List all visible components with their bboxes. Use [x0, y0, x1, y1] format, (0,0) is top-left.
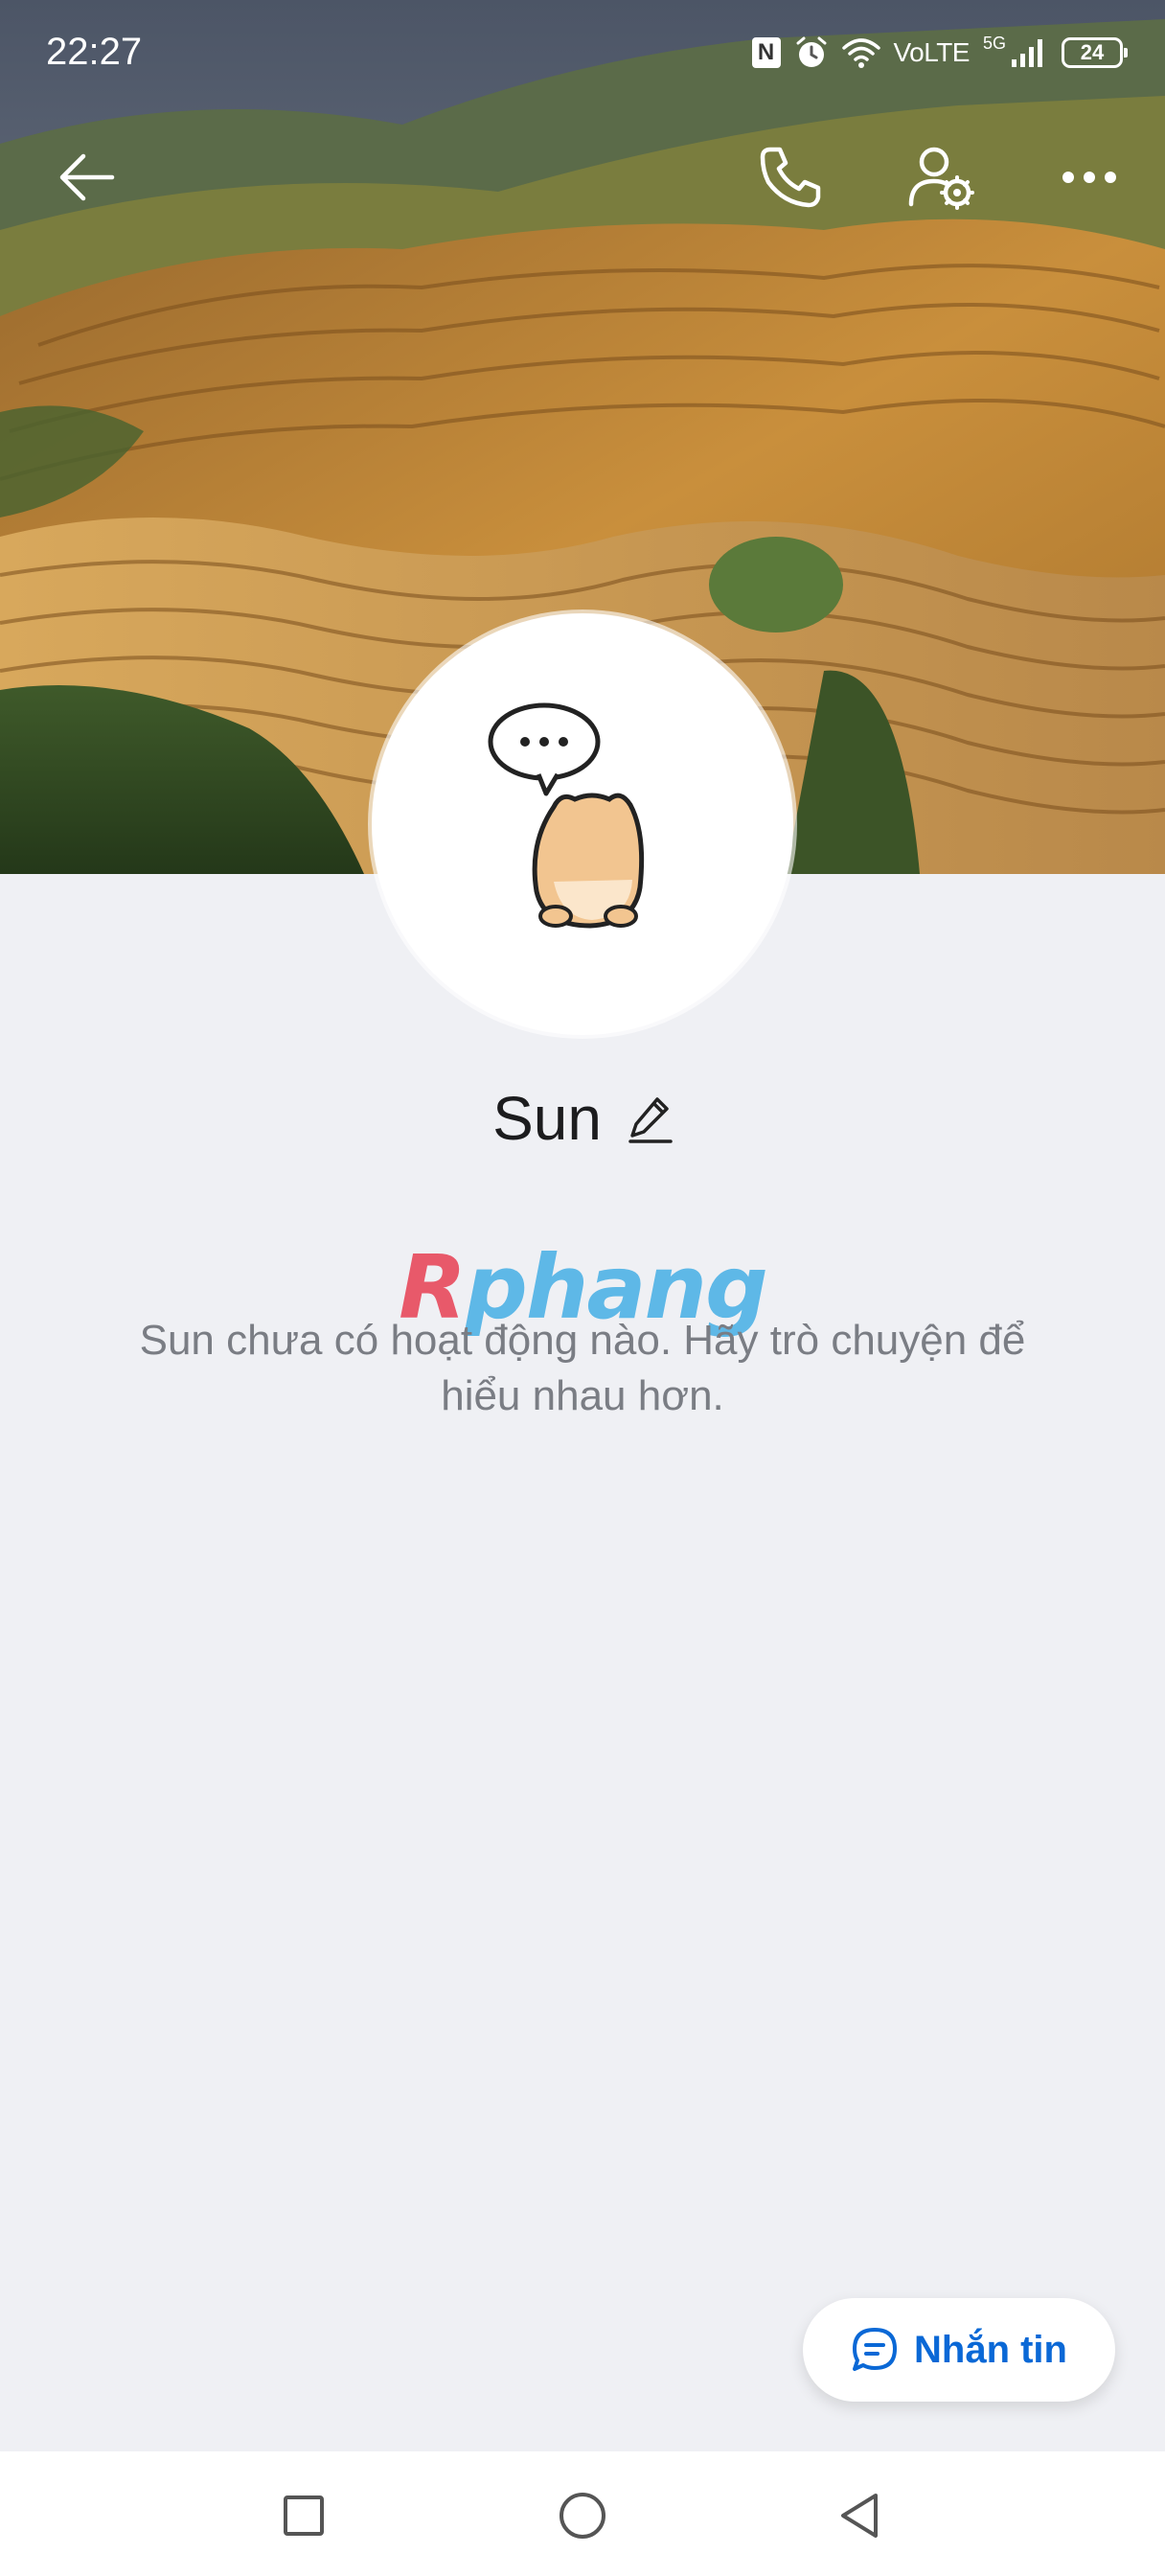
- system-back-button[interactable]: [816, 2472, 902, 2559]
- profile-name: Sun: [492, 1084, 602, 1153]
- chat-bubble-icon: [853, 2328, 897, 2371]
- phone-icon: [760, 147, 821, 208]
- more-options-button[interactable]: [1046, 134, 1132, 220]
- hamster-sticker-avatar: [488, 702, 645, 929]
- back-arrow-icon: [59, 153, 115, 201]
- status-bar: 22:27 N VoLTE 5G 24: [0, 0, 1165, 105]
- message-button[interactable]: Nhắn tin: [803, 2298, 1115, 2402]
- battery-level: 24: [1080, 40, 1105, 64]
- network-gen-label: 5G: [982, 33, 1006, 53]
- home-button[interactable]: [539, 2472, 626, 2559]
- battery-icon: 24: [1062, 37, 1128, 68]
- profile-settings-button[interactable]: [899, 134, 985, 220]
- message-button-label: Nhắn tin: [914, 2328, 1067, 2371]
- home-circle-icon: [560, 2493, 605, 2539]
- wifi-icon: [841, 36, 880, 69]
- recents-square-icon: [284, 2496, 324, 2536]
- edit-name-button[interactable]: [628, 1095, 673, 1148]
- back-triangle-icon: [841, 2494, 878, 2538]
- more-dots-icon: [1062, 172, 1116, 183]
- recents-button[interactable]: [261, 2472, 347, 2559]
- volte-label: VoLTE: [893, 37, 971, 67]
- signal-icon: [1010, 36, 1048, 69]
- profile-name-row: Sun: [0, 1083, 1165, 1154]
- avatar[interactable]: [372, 613, 793, 1035]
- call-button[interactable]: [747, 134, 834, 220]
- back-button[interactable]: [44, 134, 130, 220]
- alarm-icon: [794, 35, 829, 70]
- empty-activity-message: Sun chưa có hoạt động nào. Hãy trò chuyệ…: [139, 1317, 1026, 1419]
- pencil-icon: [628, 1096, 673, 1143]
- user-settings-icon: [908, 147, 974, 210]
- nfc-icon: N: [751, 37, 781, 68]
- system-navigation-bar: [0, 2451, 1165, 2576]
- status-time: 22:27: [46, 31, 143, 73]
- status-icons: N VoLTE 5G 24: [751, 33, 1128, 73]
